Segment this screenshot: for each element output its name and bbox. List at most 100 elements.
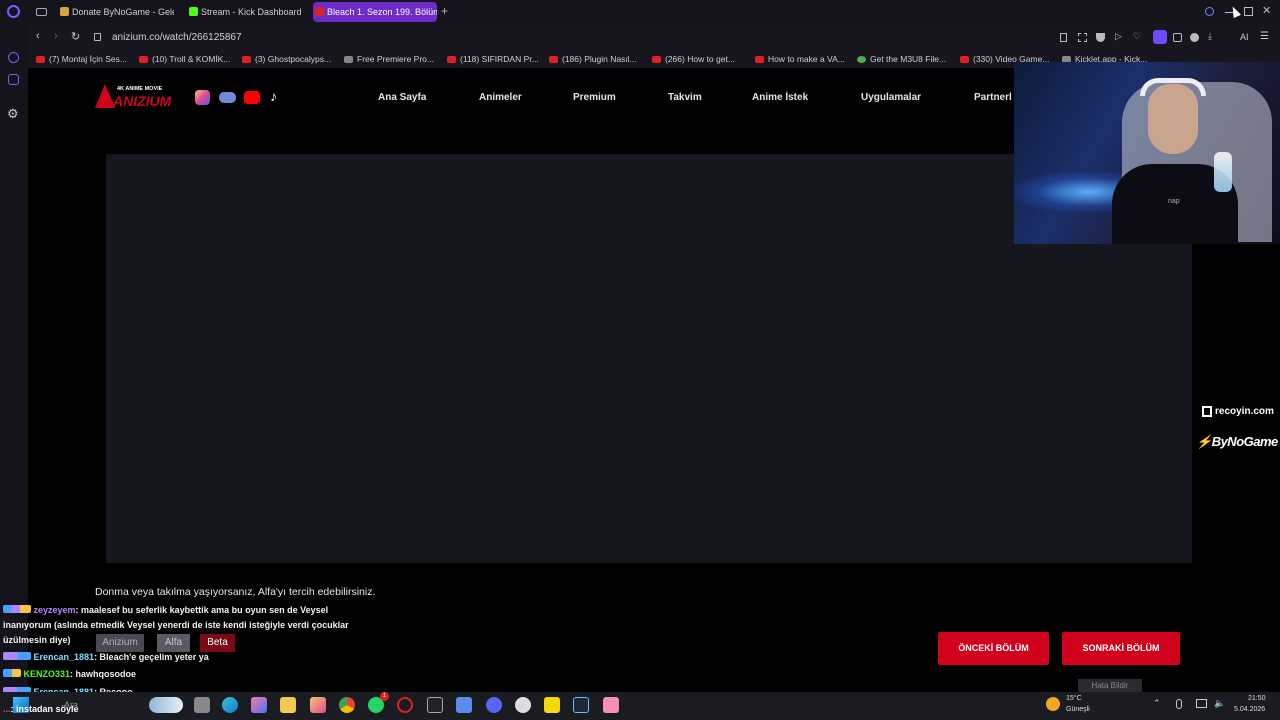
- instagram-app-icon[interactable]: [310, 697, 326, 713]
- bookmark-item[interactable]: Free Premiere Pro...: [344, 54, 434, 64]
- steam-icon[interactable]: [573, 697, 589, 713]
- bookmark-label: (3) Ghostpocalyps...: [255, 54, 332, 64]
- chat-text: : hawhqosodoe: [70, 669, 137, 679]
- discord-app-icon[interactable]: [486, 697, 502, 713]
- logo-text: ANIZIUM: [113, 93, 172, 109]
- clock-time[interactable]: 21:50: [1248, 695, 1266, 702]
- webcam-mic: [1214, 152, 1232, 192]
- mic-icon[interactable]: [1176, 699, 1182, 709]
- bookmark-item[interactable]: Get the M3U8 File...: [857, 54, 946, 64]
- github-icon[interactable]: [515, 697, 531, 713]
- report-error-button[interactable]: Hata Bildir: [1078, 679, 1142, 692]
- snapshot-icon[interactable]: [1078, 33, 1087, 42]
- extension-icons[interactable]: ▷ ♡ ⤓: [1060, 30, 1240, 44]
- bookmark-item[interactable]: (118) SIFIRDAN Pr...: [447, 54, 539, 64]
- maximize-button[interactable]: [1244, 7, 1253, 16]
- chrome-icon[interactable]: [339, 697, 355, 713]
- play-icon[interactable]: ▷: [1115, 31, 1122, 42]
- taskbar-search-label[interactable]: Ara: [64, 700, 78, 710]
- tab-label: Stream - Kick Dashboard: [201, 7, 302, 17]
- extension-highlight-icon[interactable]: [1153, 30, 1167, 44]
- pin-icon[interactable]: [1060, 33, 1067, 42]
- youtube-icon: [36, 56, 45, 63]
- app-icon[interactable]: [603, 697, 619, 713]
- youtube-icon: [139, 56, 148, 63]
- clock-date[interactable]: 5.04.2026: [1234, 706, 1265, 713]
- tab-bleach-active[interactable]: Bleach 1. Sezon 199. Bölüm: [313, 2, 437, 22]
- bookmark-label: (7) Montaj İçin Ses...: [49, 54, 127, 64]
- server-anizium-button[interactable]: Anizium: [96, 634, 144, 652]
- bookmark-label: Get the M3U8 File...: [870, 54, 947, 64]
- puzzle-icon[interactable]: [1173, 33, 1182, 42]
- webcam-shirt-text: nap: [1168, 198, 1180, 205]
- bookmark-item[interactable]: (7) Montaj İçin Ses...: [36, 54, 127, 64]
- messenger-icon[interactable]: [8, 74, 19, 85]
- settings-icon[interactable]: ⚙: [7, 106, 19, 122]
- webcam-overlay: nap: [1014, 62, 1280, 244]
- nav-premium[interactable]: Premium: [573, 92, 616, 103]
- tab-kick-dashboard[interactable]: Stream - Kick Dashboard: [187, 2, 305, 22]
- forward-button[interactable]: ›: [54, 30, 58, 42]
- bookmark-item[interactable]: (186) Plugin Nasıl...: [549, 54, 637, 64]
- taskbar-widget-icon[interactable]: [149, 697, 183, 713]
- address-bar-row: ‹ › ↻ anizium.co/watch/266125867 ▷ ♡ ⤓ A…: [28, 24, 1280, 52]
- nav-partnerler[interactable]: Partnerl: [974, 92, 1012, 103]
- browser-sidebar: ⚙: [0, 24, 28, 696]
- discord-icon[interactable]: [219, 92, 236, 103]
- app-icon[interactable]: [456, 697, 472, 713]
- close-window-button[interactable]: ✕: [1262, 4, 1271, 17]
- profile-icon[interactable]: [1190, 33, 1199, 42]
- previous-episode-button[interactable]: ÖNCEKİ BÖLÜM: [938, 632, 1049, 665]
- aria-icon[interactable]: [8, 52, 19, 63]
- tab-favicon-icon: [189, 7, 198, 16]
- nav-uygulamalar[interactable]: Uygulamalar: [861, 92, 921, 103]
- bookmark-item[interactable]: How to make a VA...: [755, 54, 845, 64]
- chat-username: Erencan_1881: [33, 652, 95, 662]
- sponsor-bynogame: ⚡ByNoGame: [1196, 434, 1278, 450]
- nav-ana-sayfa[interactable]: Ana Sayfa: [378, 92, 426, 103]
- tiktok-icon[interactable]: ♪: [270, 88, 277, 104]
- server-alfa-button[interactable]: Alfa: [157, 634, 190, 652]
- youtube-icon[interactable]: [244, 91, 260, 104]
- opera-gx-icon[interactable]: [397, 697, 413, 713]
- reload-button[interactable]: ↻: [71, 30, 80, 43]
- nav-anime-istek[interactable]: Anime İstek: [752, 92, 808, 103]
- search-tabs-icon[interactable]: [1205, 7, 1214, 16]
- server-beta-button[interactable]: Beta: [200, 634, 235, 652]
- shield-icon[interactable]: [1096, 33, 1105, 42]
- nav-takvim[interactable]: Takvim: [668, 92, 702, 103]
- bynogame-logo-icon: ⚡: [1196, 434, 1212, 449]
- sponsor-bynogame-label: ByNoGame: [1211, 434, 1279, 449]
- url-field[interactable]: anizium.co/watch/266125867: [112, 32, 242, 43]
- back-button[interactable]: ‹: [36, 30, 40, 42]
- task-view-icon[interactable]: [194, 697, 210, 713]
- download-icon[interactable]: ⤓: [1208, 31, 1212, 42]
- tab-list-icon[interactable]: [36, 8, 47, 16]
- network-icon[interactable]: [1196, 699, 1207, 708]
- browser-tab-strip: Donate ByNoGame - Gelen Stream - Kick Da…: [0, 0, 1280, 24]
- tray-chevron-icon[interactable]: ⌃: [1153, 698, 1161, 709]
- edge-icon[interactable]: [222, 697, 238, 713]
- nav-animeler[interactable]: Animeler: [479, 92, 522, 103]
- new-tab-button[interactable]: +: [441, 4, 448, 18]
- weather-icon[interactable]: [1046, 697, 1060, 711]
- next-episode-button[interactable]: SONRAKİ BÖLÜM: [1062, 632, 1180, 665]
- youtube-icon: [960, 56, 969, 63]
- chat-message-continuation: inanıyorum (aslında etmedik Veysel yener…: [3, 620, 349, 630]
- instagram-icon[interactable]: [195, 90, 210, 105]
- site-logo[interactable]: 4K ANIME MOVIE ANIZIUM: [95, 84, 171, 112]
- bookmark-item[interactable]: (266) How to get...: [652, 54, 735, 64]
- heart-icon[interactable]: ♡: [1133, 31, 1141, 42]
- volume-icon[interactable]: 🔈: [1214, 698, 1225, 709]
- menu-icon[interactable]: ☰: [1260, 31, 1269, 42]
- copilot-icon[interactable]: [251, 697, 267, 713]
- roblox-icon[interactable]: [427, 697, 443, 713]
- sticky-notes-icon[interactable]: [544, 697, 560, 713]
- tab-donate[interactable]: Donate ByNoGame - Gelen: [58, 2, 174, 22]
- opera-logo-icon[interactable]: [7, 5, 20, 18]
- bookmark-item[interactable]: (10) Troll & KOMİK...: [139, 54, 230, 64]
- ai-button[interactable]: AI: [1240, 32, 1249, 42]
- bookmark-item[interactable]: (3) Ghostpocalyps...: [242, 54, 331, 64]
- file-explorer-icon[interactable]: [280, 697, 296, 713]
- sponsor-recoyin: recoyin.com: [1202, 406, 1274, 417]
